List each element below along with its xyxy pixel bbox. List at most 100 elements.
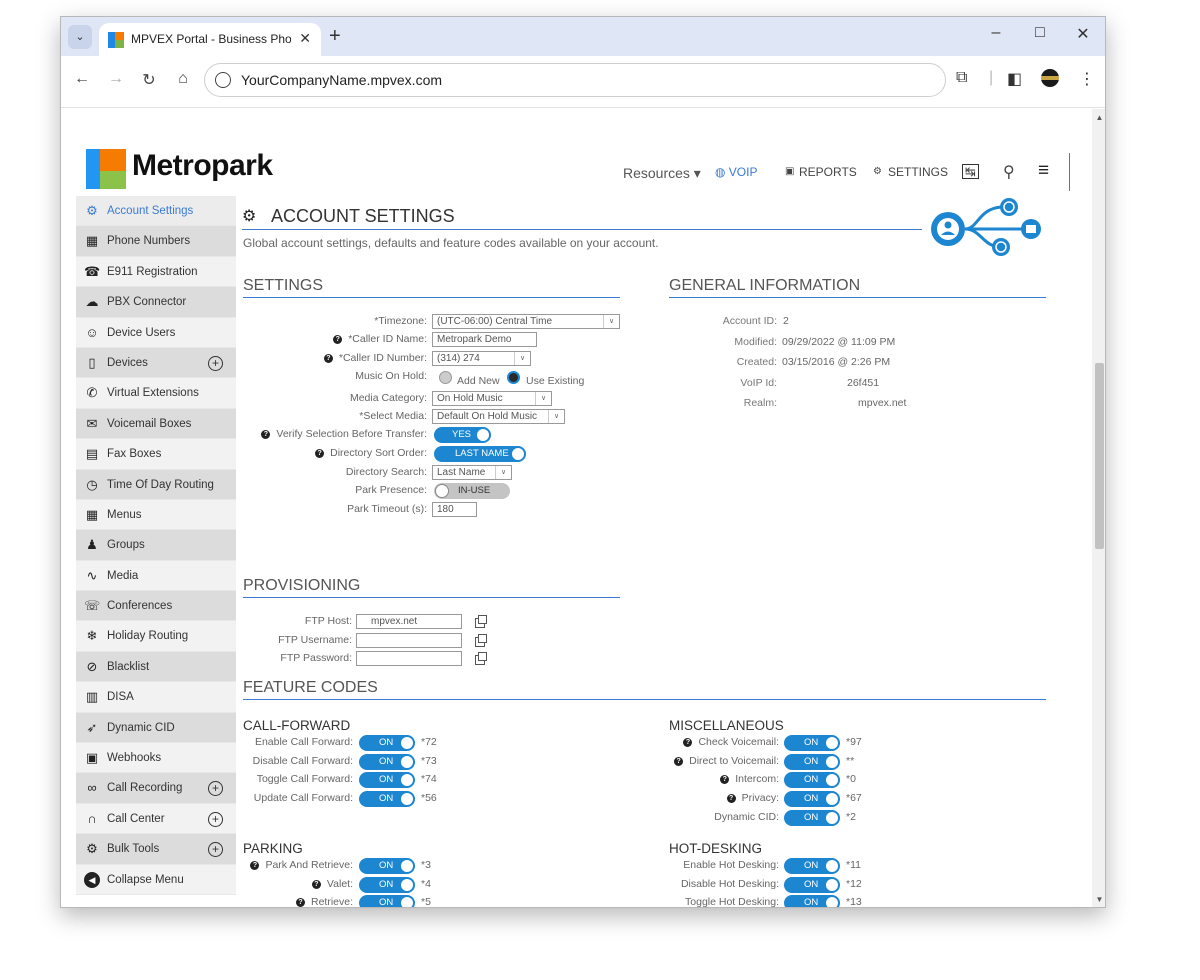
browser-menu-icon[interactable]: ⋮ (1079, 69, 1095, 89)
reload-icon[interactable]: ↻ (138, 70, 160, 90)
scroll-thumb[interactable] (1095, 363, 1104, 549)
help-icon[interactable]: ? (683, 738, 693, 747)
music-use-existing-radio[interactable] (507, 371, 520, 384)
ftp-host-input[interactable]: mpvex.net (356, 614, 462, 629)
feature-code-toggle[interactable]: ON (784, 858, 840, 874)
site-info-icon[interactable] (215, 72, 231, 88)
sidebar-item-virtual-extensions[interactable]: ✆ Virtual Extensions (76, 378, 236, 409)
sidebar-item-disa[interactable]: ▥ DISA (76, 682, 236, 713)
help-icon[interactable]: ? (250, 861, 260, 870)
feature-code-toggle[interactable]: ON (784, 876, 840, 893)
select-media-select[interactable]: Default On Hold Music ∨ (432, 409, 565, 424)
address-bar[interactable]: YourCompanyName.mpvex.com (204, 63, 946, 97)
feature-code-toggle[interactable]: ON (784, 772, 840, 789)
sidebar-item-collapse-menu[interactable]: ◀ Collapse Menu (76, 864, 236, 895)
copy-icon[interactable] (475, 615, 487, 628)
sidebar-item-time-of-day-routing[interactable]: ◷ Time Of Day Routing (76, 469, 236, 500)
sidebar-item-menus[interactable]: ▦ Menus (76, 499, 236, 531)
help-icon[interactable]: ? (295, 898, 305, 907)
add-circle-icon[interactable]: + (208, 781, 223, 797)
feature-code-toggle[interactable]: ON (784, 735, 840, 751)
feature-code-toggle[interactable]: ON (359, 858, 415, 874)
maximize-icon[interactable]: □ (1025, 24, 1055, 42)
search-icon[interactable]: ⚲ (1003, 162, 1015, 182)
sidebar-item-holiday-routing[interactable]: ❄ Holiday Routing (76, 621, 236, 652)
extensions-icon[interactable]: ⧉ (956, 69, 967, 87)
forward-icon[interactable]: → (105, 70, 127, 88)
nav-settings[interactable]: SETTINGS (888, 165, 948, 179)
caller-id-number-select[interactable]: (314) 274 ∨ (432, 351, 531, 366)
sidebar-item-call-recording[interactable]: ∞ Call Recording + (76, 773, 236, 804)
nav-reports[interactable]: REPORTS (799, 165, 857, 179)
help-icon[interactable]: ? (323, 354, 333, 363)
copy-icon[interactable] (475, 634, 487, 647)
new-tab-icon[interactable]: + (329, 25, 341, 47)
sidebar-item-media[interactable]: ∿ Media (76, 560, 236, 592)
caller-id-name-input[interactable]: Metropark Demo (432, 332, 537, 347)
page-scrollbar[interactable]: ▲ ▼ (1092, 109, 1105, 907)
feature-code-toggle[interactable]: ON (359, 772, 415, 789)
scroll-up-icon[interactable]: ▲ (1092, 113, 1105, 122)
help-icon[interactable]: ? (720, 775, 730, 785)
help-icon[interactable]: ? (333, 335, 343, 344)
sidebar-item-device-users[interactable]: ☺ Device Users (76, 317, 236, 348)
side-panel-icon[interactable]: ◧ (1007, 69, 1022, 89)
sidebar-item-account-settings[interactable]: ⚙ Account Settings (76, 196, 236, 227)
add-circle-icon[interactable]: + (208, 355, 223, 371)
tab-search-button[interactable]: ⌄ (68, 25, 92, 49)
ftp-password-input[interactable] (356, 651, 462, 666)
sidebar-item-dynamic-cid[interactable]: ➶ Dynamic CID (76, 712, 236, 744)
directory-search-select[interactable]: Last Name ∨ (432, 465, 512, 480)
feature-code-toggle[interactable]: ON (359, 791, 415, 808)
fit-width-icon[interactable]: ↹ (962, 164, 979, 179)
help-icon[interactable]: ? (261, 430, 271, 439)
sidebar-item-bulk-tools[interactable]: ⚙ Bulk Tools + (76, 834, 236, 865)
copy-icon[interactable] (475, 652, 487, 665)
help-icon[interactable]: ? (315, 449, 325, 458)
park-timeout-input[interactable]: 180 (432, 502, 477, 517)
feature-code-toggle[interactable]: ON (359, 735, 415, 751)
sidebar-item-webhooks[interactable]: ▣ Webhooks (76, 743, 236, 774)
sidebar-item-conferences[interactable]: ☏ Conferences (76, 591, 236, 622)
add-circle-icon[interactable]: + (208, 811, 223, 827)
sidebar-item-e911-registration[interactable]: ☎ E911 Registration (76, 256, 236, 288)
help-icon[interactable]: ? (726, 794, 736, 804)
feature-code-toggle[interactable]: ON (784, 895, 840, 907)
verify-transfer-toggle[interactable]: YES (434, 427, 491, 443)
ftp-username-input[interactable] (356, 633, 462, 648)
park-presence-toggle[interactable]: IN-USE (434, 483, 510, 499)
feature-code-toggle[interactable]: ON (784, 753, 840, 770)
home-icon[interactable]: ⌂ (172, 70, 194, 88)
sidebar-item-blacklist[interactable]: ⊘ Blacklist (76, 651, 236, 683)
window-close-icon[interactable]: ✕ (1068, 24, 1098, 44)
back-icon[interactable]: ← (71, 70, 93, 88)
nav-resources[interactable]: Resources ▾ (623, 165, 701, 182)
sidebar-item-fax-boxes[interactable]: ▤ Fax Boxes (76, 439, 236, 470)
media-category-select[interactable]: On Hold Music ∨ (432, 391, 552, 406)
timezone-select[interactable]: (UTC-06:00) Central Time ∨ (432, 314, 620, 329)
help-icon[interactable]: ? (311, 879, 321, 889)
music-add-new-radio[interactable] (439, 371, 452, 384)
add-circle-icon[interactable]: + (208, 842, 223, 858)
help-icon[interactable]: ? (674, 756, 684, 766)
sidebar-item-call-center[interactable]: ∩ Call Center + (76, 803, 236, 835)
feature-code-toggle[interactable]: ON (359, 753, 415, 770)
feature-code-toggle[interactable]: ON (784, 809, 840, 826)
minimize-icon[interactable]: – (981, 24, 1011, 42)
hamburger-menu-icon[interactable]: ≡ (1038, 160, 1049, 182)
feature-code-toggle[interactable]: ON (359, 876, 415, 893)
sidebar-item-pbx-connector[interactable]: ☁ PBX Connector (76, 287, 236, 318)
scroll-down-icon[interactable]: ▼ (1092, 895, 1105, 904)
sidebar-item-devices[interactable]: ▯ Devices + (76, 347, 236, 379)
profile-avatar[interactable] (1041, 69, 1059, 87)
tab-close-icon[interactable]: ✕ (299, 30, 311, 47)
sort-order-toggle[interactable]: LAST NAME (434, 446, 526, 462)
feature-code-toggle[interactable]: ON (784, 791, 840, 808)
sidebar-item-phone-numbers[interactable]: ▦ Phone Numbers (76, 226, 236, 257)
nav-voip[interactable]: ◍ VOIP (715, 165, 757, 179)
sidebar-item-groups[interactable]: ♟ Groups (76, 530, 236, 561)
sidebar-item-voicemail-boxes[interactable]: ✉ Voicemail Boxes (76, 408, 236, 440)
feature-code-toggle[interactable]: ON (359, 895, 415, 907)
browser-tab[interactable]: MPVEX Portal - Business Phone ✕ (99, 23, 321, 56)
media-category-label: Media Category: (349, 392, 427, 404)
